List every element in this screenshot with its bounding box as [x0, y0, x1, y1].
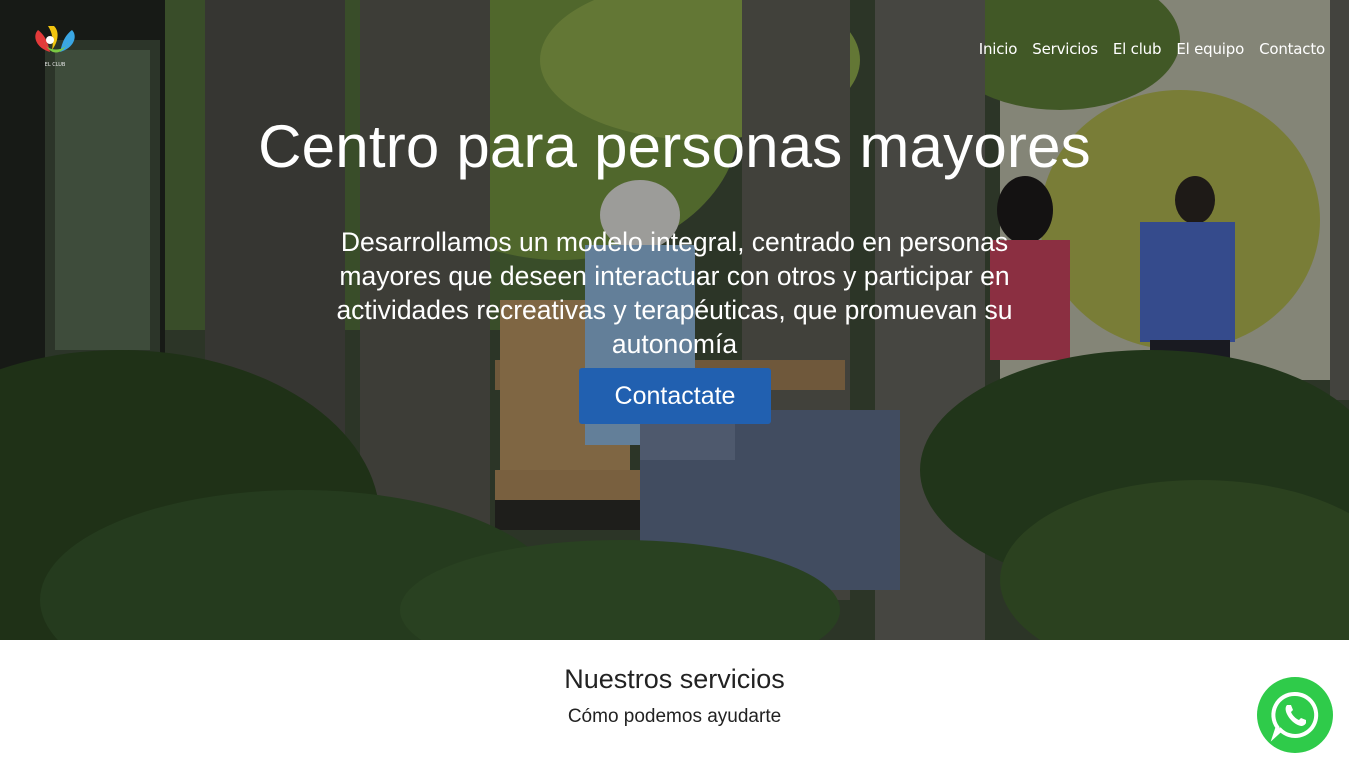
nav-inicio[interactable]: Inicio [979, 40, 1018, 58]
services-title: Nuestros servicios [564, 664, 785, 694]
main-nav: Inicio Servicios El club El equipo Conta… [979, 40, 1325, 58]
whatsapp-button[interactable] [1257, 677, 1333, 753]
services-subtitle: Cómo podemos ayudarte [567, 706, 782, 727]
hero-title: Centro para personas mayores [258, 113, 1091, 180]
nav-el-club[interactable]: El club [1113, 40, 1162, 58]
nav-servicios[interactable]: Servicios [1032, 40, 1098, 58]
nav-el-equipo[interactable]: El equipo [1176, 40, 1244, 58]
club-logo[interactable]: EL CLUB [30, 22, 80, 70]
hero-subtitle: Desarrollamos un modelo integral, centra… [336, 227, 1013, 359]
nav-contacto[interactable]: Contacto [1259, 40, 1325, 58]
contact-button[interactable]: Contactate [579, 368, 771, 424]
whatsapp-icon [1270, 691, 1319, 742]
hero-section: EL CLUB Inicio Servicios El club El equi… [0, 0, 1349, 640]
logo-text: EL CLUB [45, 62, 66, 68]
